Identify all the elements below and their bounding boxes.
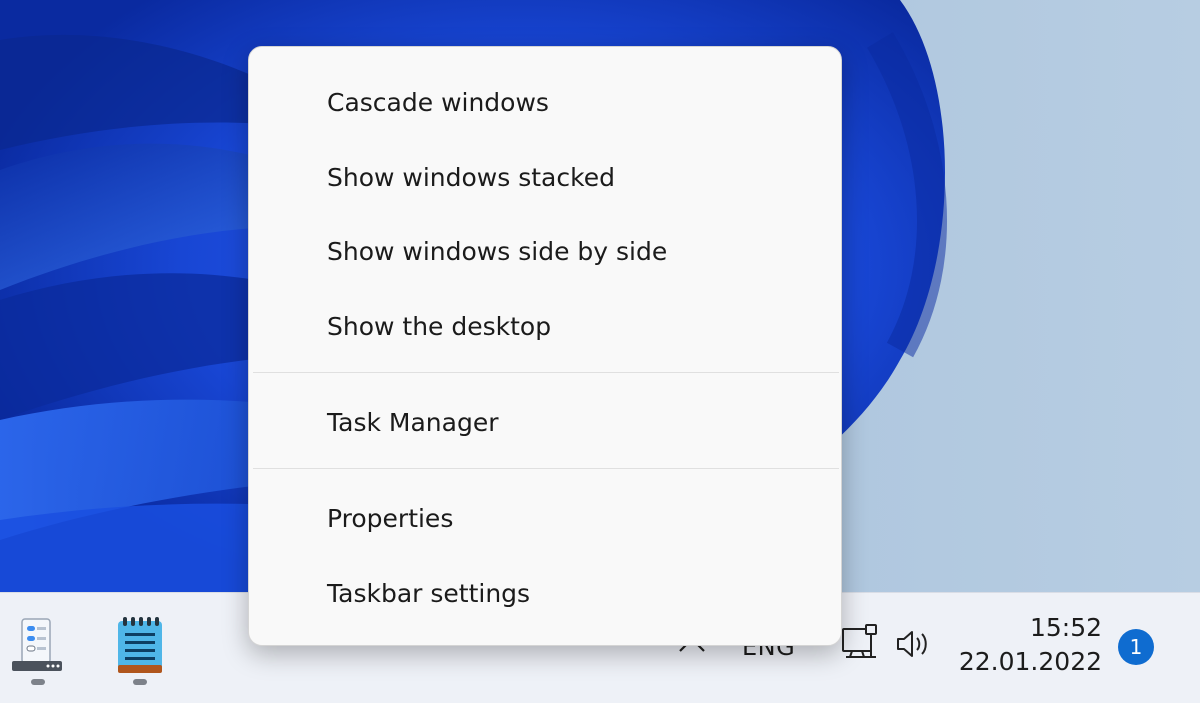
taskbar-context-menu: Cascade windows Show windows stacked Sho… (248, 46, 842, 646)
desktop-screen: ENG 15:52 22.01.2022 1 Cascade windows S… (0, 0, 1200, 703)
network-icon (842, 624, 877, 658)
menu-divider (253, 468, 839, 469)
menu-divider (253, 372, 839, 373)
menu-item-show-the-desktop[interactable]: Show the desktop (259, 296, 833, 358)
menu-item-show-windows-stacked[interactable]: Show windows stacked (259, 147, 833, 209)
menu-item-taskbar-settings[interactable]: Taskbar settings (259, 563, 833, 625)
app-running-indicator (133, 679, 147, 685)
menu-item-task-manager[interactable]: Task Manager (259, 392, 833, 454)
clock-time: 15:52 (1029, 613, 1102, 642)
volume-button[interactable] (894, 627, 934, 661)
clock-date: 22.01.2022 (958, 647, 1102, 676)
network-button[interactable] (840, 623, 882, 665)
settings-app-icon (12, 618, 62, 671)
volume-icon (897, 631, 927, 657)
app-running-indicator (31, 679, 45, 685)
menu-item-properties[interactable]: Properties (259, 488, 833, 550)
taskbar-app-notepad[interactable] (110, 613, 170, 693)
clock-button[interactable]: 15:52 22.01.2022 (950, 611, 1102, 679)
taskbar-app-settings[interactable] (8, 613, 68, 693)
notepad-icon (118, 617, 162, 673)
menu-item-cascade-windows[interactable]: Cascade windows (259, 72, 833, 134)
menu-item-show-windows-side-by-side[interactable]: Show windows side by side (259, 221, 833, 283)
notification-badge[interactable]: 1 (1118, 629, 1154, 665)
